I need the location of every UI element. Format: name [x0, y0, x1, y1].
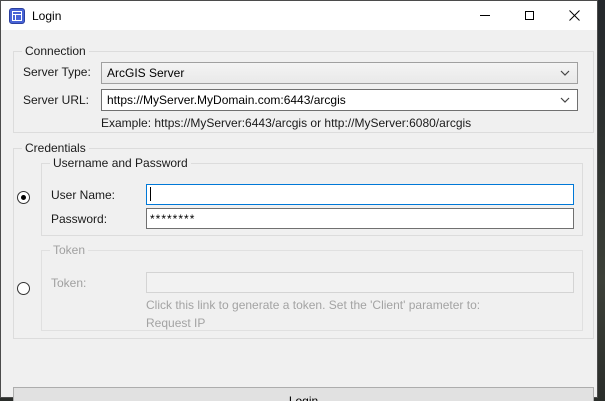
- text-caret: [150, 187, 151, 201]
- minimize-button[interactable]: [462, 1, 507, 30]
- user-name-label: User Name:: [51, 188, 115, 202]
- credentials-group-label: Credentials: [22, 141, 89, 155]
- close-icon: [569, 10, 580, 21]
- user-name-field-wrap: [146, 184, 574, 205]
- server-type-value: ArcGIS Server: [102, 66, 184, 80]
- app-icon: [9, 8, 25, 24]
- login-window: Login Connection Server Type: ArcGIS Ser…: [0, 0, 598, 398]
- request-ip-link[interactable]: Request IP: [146, 316, 205, 330]
- maximize-icon: [525, 11, 534, 20]
- maximize-button[interactable]: [507, 1, 552, 30]
- chevron-down-icon: [560, 70, 577, 76]
- example-text: Example: https://MyServer:6443/arcgis or…: [101, 116, 471, 130]
- login-button-label: Login: [289, 394, 318, 401]
- token-hint-text: Click this link to generate a token. Set…: [146, 298, 480, 312]
- chevron-down-icon: [560, 97, 577, 103]
- radio-selected-dot: [21, 195, 26, 200]
- token-group-label: Token: [50, 243, 88, 257]
- server-type-dropdown[interactable]: ArcGIS Server: [101, 62, 578, 84]
- server-url-value: https://MyServer.MyDomain.com:6443/arcgi…: [102, 93, 346, 107]
- server-type-label: Server Type:: [23, 65, 91, 79]
- titlebar[interactable]: Login: [1, 1, 597, 30]
- caption-buttons: [462, 1, 597, 30]
- server-url-combobox[interactable]: https://MyServer.MyDomain.com:6443/arcgi…: [101, 89, 578, 111]
- minimize-icon: [480, 15, 490, 16]
- close-button[interactable]: [552, 1, 597, 30]
- dialog-body: Connection Server Type: ArcGIS Server Se…: [1, 30, 597, 397]
- user-name-input[interactable]: [146, 184, 574, 205]
- token-radio[interactable]: [17, 282, 30, 295]
- password-label: Password:: [51, 212, 107, 226]
- token-input: [146, 272, 574, 293]
- username-password-group-label: Username and Password: [50, 156, 191, 170]
- token-label: Token:: [51, 276, 86, 290]
- connection-group-label: Connection: [22, 44, 89, 58]
- window-title: Login: [32, 9, 61, 23]
- password-input[interactable]: [146, 208, 574, 229]
- server-url-label: Server URL:: [23, 93, 89, 107]
- login-button[interactable]: Login: [13, 387, 594, 401]
- username-password-radio[interactable]: [17, 191, 30, 204]
